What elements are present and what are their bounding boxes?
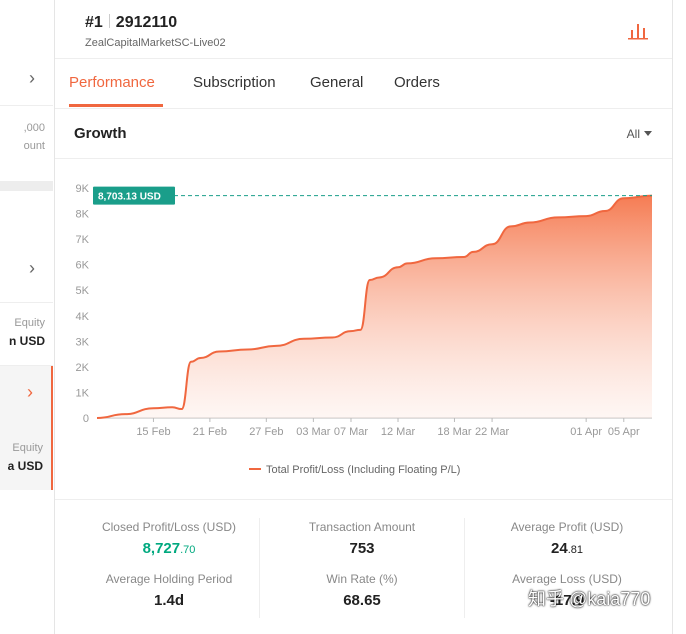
x-tick-label: 03 Mar — [296, 426, 331, 438]
range-dropdown[interactable]: All — [627, 127, 652, 141]
stat-win-rate: Win Rate (%) 68.65 — [262, 572, 462, 609]
y-tick-label: 4K — [76, 311, 90, 323]
stat-value: 753 — [349, 540, 375, 557]
tab-orders[interactable]: Orders — [394, 74, 440, 91]
sidebar-row-2: ,000 ount — [0, 106, 53, 182]
title-separator — [108, 14, 110, 28]
growth-chart[interactable]: 0 1K 2K 3K 4K 5K 6K 7K 8K 9K 15 Feb 21 Feb 27 Feb 03… — [55, 170, 672, 450]
account-detail-panel: #1 2912110 ZealCapitalMarketSC-Live02 Per… — [55, 0, 672, 634]
y-tick-label: 7K — [76, 234, 90, 246]
current-value-text: 8,703.13 USD — [98, 192, 161, 203]
tab-general[interactable]: General — [310, 74, 363, 91]
stat-avg-profit: Average Profit (USD) 24.81 — [467, 520, 667, 557]
y-tick-label: 5K — [76, 285, 90, 297]
sidebar-selected-row[interactable]: › Equity a USD — [0, 366, 53, 490]
equity-value: n USD — [9, 334, 45, 348]
server-name: ZealCapitalMarketSC-Live02 — [85, 37, 226, 49]
tab-bar: Performance Subscription General Orders — [55, 58, 672, 109]
stat-label: Average Holding Period — [105, 572, 233, 586]
stat-closed-pl: Closed Profit/Loss (USD) 8,727.70 — [69, 520, 269, 557]
stat-avg-holding: Average Holding Period 1.4d — [69, 572, 269, 609]
x-tick-label: 22 Mar — [475, 426, 510, 438]
legend-label: Total Profit/Loss (Including Floating P/… — [266, 464, 461, 476]
x-tick-label: 07 Mar — [334, 426, 369, 438]
sidebar-equity-row-1[interactable]: Equity n USD — [0, 303, 53, 366]
stat-transactions: Transaction Amount 753 — [262, 520, 462, 557]
x-tick-label: 12 Mar — [381, 426, 416, 438]
equity-value: a USD — [7, 459, 43, 473]
stat-label: Transaction Amount — [308, 520, 416, 534]
x-tick-label: 18 Mar — [437, 426, 472, 438]
range-dropdown-label: All — [626, 127, 640, 141]
tab-subscription[interactable]: Subscription — [193, 74, 276, 91]
chevron-right-icon[interactable]: › — [29, 68, 35, 89]
sidebar-partial-text-1: ,000 — [23, 122, 45, 134]
sidebar: › ,000 ount › Equity n USD › Equity a US… — [0, 0, 55, 634]
chevron-right-icon[interactable]: › — [29, 258, 35, 279]
stat-value: 68.65 — [343, 592, 381, 609]
y-tick-label: 8K — [76, 209, 90, 221]
stat-value-dec: .70 — [180, 544, 196, 556]
chevron-right-icon[interactable]: › — [27, 382, 33, 403]
equity-label: Equity — [12, 442, 43, 454]
x-axis: 15 Feb 21 Feb 27 Feb 03 Mar 07 Mar 12 Mar 18 M… — [136, 418, 640, 438]
series-area — [97, 195, 652, 418]
current-value-badge: 8,703.13 USD — [93, 186, 175, 205]
x-tick-label: 27 Feb — [249, 426, 283, 438]
x-tick-label: 01 Apr — [570, 426, 602, 438]
bar-chart-icon[interactable] — [628, 22, 648, 40]
equity-label: Equity — [14, 317, 45, 329]
section-title: Growth — [74, 125, 127, 142]
y-tick-label: 1K — [76, 387, 90, 399]
stat-label: Average Loss (USD) — [512, 572, 622, 586]
sidebar-row-1[interactable]: › — [0, 0, 53, 106]
stat-value: 1.4d — [153, 592, 184, 609]
right-edge-panel — [672, 0, 686, 634]
watermark: 知乎 @kaia770 — [528, 589, 651, 609]
chart-legend[interactable]: Total Profit/Loss (Including Floating P/… — [249, 464, 460, 476]
stat-separator — [464, 518, 465, 618]
stats-divider — [55, 499, 672, 500]
account-id: 2912110 — [115, 14, 178, 31]
active-tab-indicator — [69, 104, 163, 107]
sidebar-partial-text-2: ount — [23, 140, 45, 152]
account-title: #1 2912110 — [85, 14, 177, 32]
x-tick-label: 21 Feb — [193, 426, 227, 438]
stat-value-int: 24 — [551, 540, 568, 557]
stat-value-int: 8,727 — [142, 540, 181, 557]
stat-value-dec: .81 — [567, 544, 583, 556]
tab-performance[interactable]: Performance — [69, 74, 155, 91]
account-header: #1 2912110 ZealCapitalMarketSC-Live02 — [55, 0, 672, 59]
stat-value: 8,727.70 — [69, 540, 269, 557]
rank-label: #1 — [85, 14, 103, 31]
y-tick-label: 9K — [76, 183, 90, 195]
y-tick-label: 6K — [76, 260, 90, 272]
caret-down-icon — [644, 131, 652, 136]
stat-label: Win Rate (%) — [326, 572, 398, 586]
legend-line-icon — [249, 468, 261, 470]
y-tick-label: 3K — [76, 336, 90, 348]
stat-label: Closed Profit/Loss (USD) — [101, 520, 237, 534]
stat-label: Average Profit (USD) — [510, 520, 624, 534]
y-tick-label: 2K — [76, 362, 90, 374]
section-divider — [55, 158, 672, 159]
stat-value: 24.81 — [467, 540, 667, 557]
x-tick-label: 15 Feb — [136, 426, 170, 438]
sidebar-divider-band — [0, 181, 53, 191]
sidebar-row-3[interactable]: › — [0, 242, 53, 303]
y-tick-label: 0 — [83, 413, 89, 425]
x-tick-label: 05 Apr — [608, 426, 640, 438]
